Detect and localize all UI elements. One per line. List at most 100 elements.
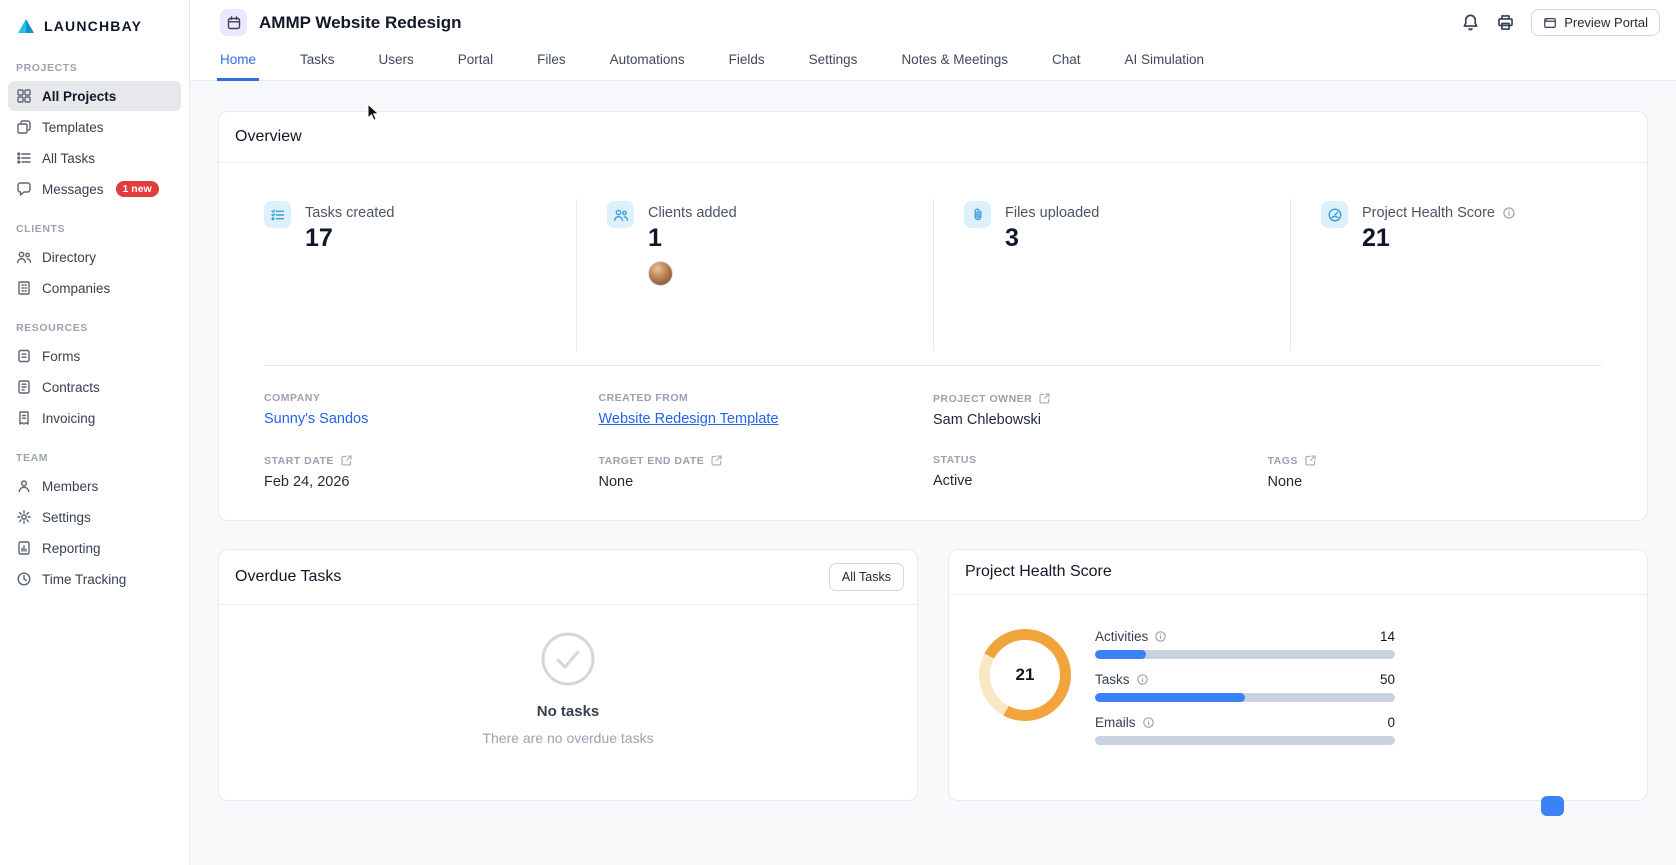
overview-stats: Tasks created 17 Clients added 1 Files u… <box>219 163 1647 351</box>
health-row-value: 50 <box>1379 672 1395 687</box>
sidebar-item-label: Messages <box>42 181 104 197</box>
message-icon <box>16 181 32 197</box>
sidebar-item-label: All Projects <box>42 88 117 104</box>
stat-files-uploaded: Files uploaded 3 <box>933 199 1290 351</box>
gear-icon <box>16 509 32 525</box>
gauge-icon <box>1321 201 1348 228</box>
external-link-icon[interactable] <box>1304 454 1317 467</box>
tab-chat[interactable]: Chat <box>1049 42 1084 81</box>
launchbay-logo-icon <box>18 19 34 33</box>
sidebar-item-members[interactable]: Members <box>8 471 181 501</box>
grid-icon <box>16 88 32 104</box>
sidebar-item-invoicing[interactable]: Invoicing <box>8 403 181 433</box>
tab-home[interactable]: Home <box>217 42 260 81</box>
overview-card-title: Overview <box>219 112 1647 163</box>
sidebar-item-label: Templates <box>42 119 104 135</box>
tab-tasks[interactable]: Tasks <box>297 42 338 81</box>
sidebar-item-label: Settings <box>42 509 91 525</box>
progress-track <box>1095 736 1395 745</box>
created-from-link[interactable]: Website Redesign Template <box>599 411 779 427</box>
sidebar-item-messages[interactable]: Messages 1 new <box>8 174 181 204</box>
bell-icon[interactable] <box>1461 13 1480 32</box>
tab-settings[interactable]: Settings <box>806 42 861 81</box>
progress-fill <box>1095 650 1146 659</box>
paperclip-icon <box>964 201 991 228</box>
sidebar-item-label: Reporting <box>42 540 101 556</box>
project-meta: COMPANY Sunny's Sandos CREATED FROM Webs… <box>219 366 1647 520</box>
preview-portal-button[interactable]: Preview Portal <box>1531 9 1660 36</box>
printer-icon[interactable] <box>1496 13 1515 32</box>
overdue-tasks-title: Overdue Tasks <box>235 568 342 585</box>
page-title: AMMP Website Redesign <box>259 12 462 32</box>
meta-spacer <box>1268 392 1603 428</box>
info-icon[interactable] <box>1142 716 1156 730</box>
overdue-tasks-card: Overdue Tasks All Tasks No tasks There a… <box>218 549 918 801</box>
health-row-label: Tasks <box>1095 672 1130 687</box>
progress-fill <box>1095 693 1245 702</box>
company-link[interactable]: Sunny's Sandos <box>264 411 368 427</box>
info-icon[interactable] <box>1154 630 1168 644</box>
stat-value: 17 <box>305 224 333 252</box>
sidebar-item-label: Time Tracking <box>42 571 127 587</box>
health-rows: Activities 14 Tasks 50 Emails 0 <box>1095 629 1395 758</box>
all-tasks-button[interactable]: All Tasks <box>828 563 904 591</box>
app-logo[interactable]: LAUNCHBAY <box>0 0 189 44</box>
health-row-label: Emails <box>1095 715 1136 730</box>
messages-new-badge: 1 new <box>115 181 159 197</box>
health-row-tasks: Tasks 50 <box>1095 672 1395 702</box>
progress-track <box>1095 693 1395 702</box>
sidebar-item-forms[interactable]: Forms <box>8 341 181 371</box>
info-icon[interactable] <box>1502 206 1516 220</box>
sidebar-item-templates[interactable]: Templates <box>8 112 181 142</box>
sidebar-item-all-projects[interactable]: All Projects <box>8 81 181 111</box>
people-icon <box>16 249 32 265</box>
sidebar-item-settings[interactable]: Settings <box>8 502 181 532</box>
sidebar-item-label: Directory <box>42 249 97 265</box>
health-score-title: Project Health Score <box>965 563 1112 580</box>
progress-track <box>1095 650 1395 659</box>
building-icon <box>16 280 32 296</box>
sidebar-item-label: Invoicing <box>42 410 96 426</box>
stat-label: Files uploaded <box>1005 205 1100 221</box>
meta-status: STATUS Active <box>933 454 1268 490</box>
tab-files[interactable]: Files <box>534 42 569 81</box>
contract-icon <box>16 379 32 395</box>
health-row-emails: Emails 0 <box>1095 715 1395 745</box>
sidebar-item-time-tracking[interactable]: Time Tracking <box>8 564 181 594</box>
meta-company: COMPANY Sunny's Sandos <box>264 392 599 428</box>
meta-label: TARGET END DATE <box>598 454 705 467</box>
start-date-value: Feb 24, 2026 <box>264 474 350 490</box>
sidebar-section-team: TEAM <box>16 452 49 464</box>
preview-portal-label: Preview Portal <box>1564 15 1648 30</box>
sidebar-item-contracts[interactable]: Contracts <box>8 372 181 402</box>
chat-launcher[interactable] <box>1541 796 1564 816</box>
topbar: AMMP Website Redesign Preview Portal Hom… <box>190 0 1676 81</box>
meta-label: COMPANY <box>264 392 321 404</box>
external-link-icon[interactable] <box>340 454 353 467</box>
content-area: Overview Tasks created 17 Clients added … <box>190 81 1676 857</box>
tags-value: None <box>1267 474 1303 490</box>
external-link-icon[interactable] <box>710 454 723 467</box>
tab-fields[interactable]: Fields <box>726 42 768 81</box>
sidebar-item-directory[interactable]: Directory <box>8 242 181 272</box>
checklist-icon <box>264 201 291 228</box>
meta-created-from: CREATED FROM Website Redesign Template <box>599 392 934 428</box>
info-icon[interactable] <box>1136 673 1150 687</box>
tab-automations[interactable]: Automations <box>607 42 688 81</box>
meta-target-end-date: TARGET END DATE None <box>599 454 934 490</box>
invoice-icon <box>16 410 32 426</box>
templates-icon <box>16 119 32 135</box>
client-avatar[interactable] <box>648 261 673 286</box>
sidebar-item-reporting[interactable]: Reporting <box>8 533 181 563</box>
sidebar-item-companies[interactable]: Companies <box>8 273 181 303</box>
external-link-icon[interactable] <box>1038 392 1051 405</box>
tab-notes-meetings[interactable]: Notes & Meetings <box>898 42 1011 81</box>
tab-users[interactable]: Users <box>376 42 417 81</box>
stat-health-score: Project Health Score 21 <box>1290 199 1647 351</box>
tab-ai-simulation[interactable]: AI Simulation <box>1122 42 1208 81</box>
tab-portal[interactable]: Portal <box>455 42 496 81</box>
sidebar-section-projects: PROJECTS <box>16 62 78 74</box>
clock-icon <box>16 571 32 587</box>
meta-label: START DATE <box>264 454 334 467</box>
sidebar-item-all-tasks[interactable]: All Tasks <box>8 143 181 173</box>
